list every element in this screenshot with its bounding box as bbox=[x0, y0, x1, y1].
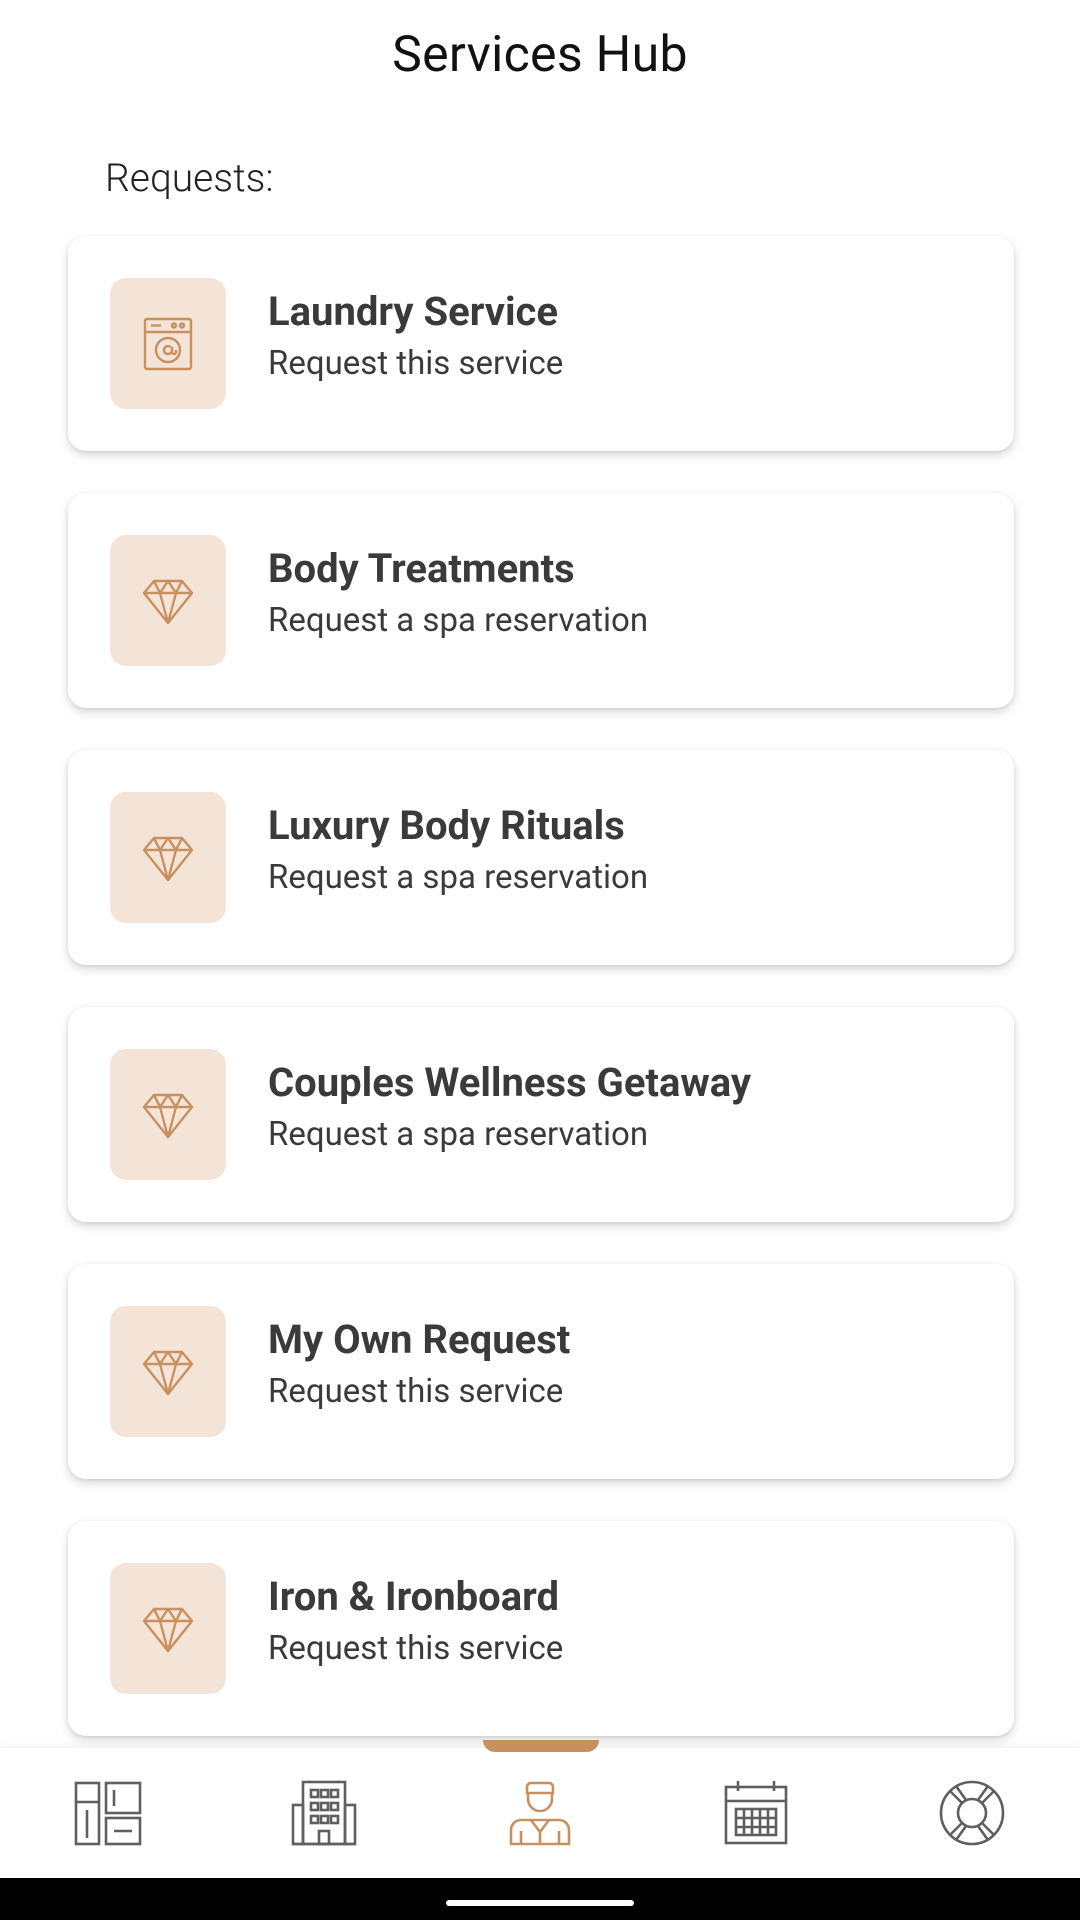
service-title: Luxury Body Rituals bbox=[268, 802, 625, 849]
card-icon-container bbox=[110, 278, 226, 409]
app-header: Services Hub bbox=[0, 0, 1080, 110]
service-subtitle: Request this service bbox=[268, 1629, 564, 1668]
card-icon-container bbox=[110, 792, 226, 923]
nav-item-dashboard[interactable] bbox=[48, 1753, 168, 1873]
diamond-icon bbox=[142, 579, 194, 624]
calendar-icon bbox=[724, 1781, 788, 1845]
bottom-navigation bbox=[0, 1740, 1080, 1878]
nav-item-calendar[interactable] bbox=[696, 1753, 816, 1873]
nav-item-hotel[interactable] bbox=[264, 1753, 384, 1873]
service-title: Iron & Ironboard bbox=[268, 1573, 559, 1620]
nav-item-support[interactable] bbox=[912, 1753, 1032, 1873]
service-card-body-treatments[interactable]: Body Treatments Request a spa reservatio… bbox=[68, 493, 1014, 708]
services-hub-screen: Services Hub Requests: Laundry Service R… bbox=[0, 0, 1080, 1920]
service-card-luxury-body-rituals[interactable]: Luxury Body Rituals Request a spa reserv… bbox=[68, 750, 1014, 965]
card-icon-container bbox=[110, 1049, 226, 1180]
services-list: Laundry Service Request this service Bod… bbox=[68, 236, 1014, 1778]
service-title: My Own Request bbox=[268, 1316, 571, 1363]
card-icon-container bbox=[110, 1563, 226, 1694]
hotel-building-icon bbox=[291, 1780, 357, 1846]
dashboard-icon bbox=[74, 1781, 142, 1846]
service-card-my-own-request[interactable]: My Own Request Request this service bbox=[68, 1264, 1014, 1479]
diamond-icon bbox=[142, 1093, 194, 1138]
card-text: Couples Wellness Getaway Request a spa r… bbox=[268, 1059, 751, 1154]
active-tab-indicator bbox=[483, 1740, 599, 1752]
card-text: Luxury Body Rituals Request a spa reserv… bbox=[268, 802, 648, 897]
card-text: Body Treatments Request a spa reservatio… bbox=[268, 545, 648, 640]
card-text: Iron & Ironboard Request this service bbox=[268, 1573, 563, 1668]
diamond-icon bbox=[142, 1607, 194, 1652]
service-title: Laundry Service bbox=[268, 288, 558, 335]
card-text: Laundry Service Request this service bbox=[268, 288, 563, 383]
card-text: My Own Request Request this service bbox=[268, 1316, 570, 1411]
washing-machine-icon bbox=[143, 317, 193, 370]
service-card-iron-ironboard[interactable]: Iron & Ironboard Request this service bbox=[68, 1521, 1014, 1736]
service-card-laundry[interactable]: Laundry Service Request this service bbox=[68, 236, 1014, 451]
diamond-icon bbox=[142, 836, 194, 881]
service-card-couples-wellness[interactable]: Couples Wellness Getaway Request a spa r… bbox=[68, 1007, 1014, 1222]
service-subtitle: Request a spa reservation bbox=[268, 1115, 649, 1154]
service-title: Couples Wellness Getaway bbox=[268, 1059, 751, 1106]
page-title: Services Hub bbox=[392, 26, 688, 84]
service-subtitle: Request this service bbox=[268, 344, 564, 383]
requests-section-label: Requests: bbox=[105, 155, 274, 201]
lifebuoy-icon bbox=[939, 1780, 1005, 1846]
nav-item-concierge[interactable] bbox=[480, 1753, 600, 1873]
service-subtitle: Request a spa reservation bbox=[268, 858, 649, 897]
card-icon-container bbox=[110, 1306, 226, 1437]
service-subtitle: Request a spa reservation bbox=[268, 601, 649, 640]
concierge-icon bbox=[509, 1781, 571, 1846]
card-icon-container bbox=[110, 535, 226, 666]
diamond-icon bbox=[142, 1350, 194, 1395]
service-subtitle: Request this service bbox=[268, 1372, 564, 1411]
service-title: Body Treatments bbox=[268, 545, 575, 592]
system-gesture-bar bbox=[0, 1878, 1080, 1920]
home-gesture-handle[interactable] bbox=[446, 1900, 634, 1906]
